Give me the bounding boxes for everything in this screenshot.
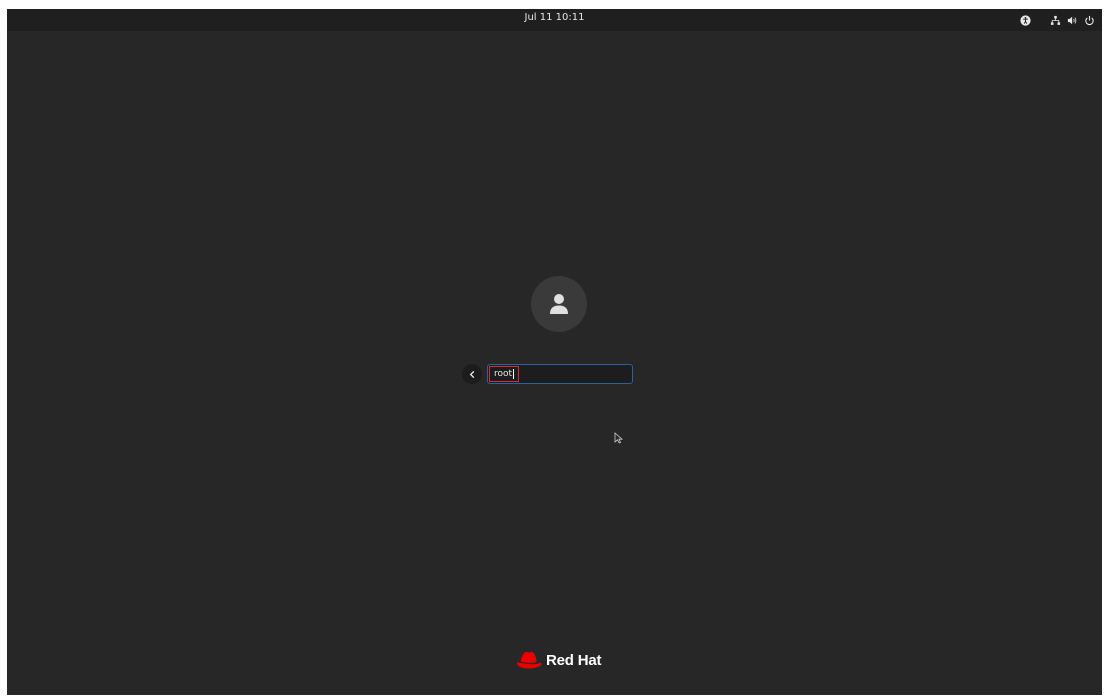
user-avatar [531,276,587,332]
typed-text-highlight: root [489,366,520,382]
clock[interactable]: Jul 11 10:11 [7,12,1102,23]
accessibility-icon[interactable] [1018,13,1032,27]
brand-name: Red Hat [546,651,602,669]
username-value: root [494,369,513,379]
user-icon [550,294,568,314]
back-button[interactable] [462,364,482,384]
text-caret [513,369,515,379]
volume-icon[interactable] [1065,13,1079,27]
power-icon[interactable] [1082,13,1096,27]
network-icon[interactable] [1048,13,1062,27]
red-hat-logo-icon [516,651,542,669]
chevron-left-icon [469,370,474,378]
login-row: root [462,362,633,386]
login-screen: Jul 11 10:11 root Red Hat [7,9,1102,695]
top-bar: Jul 11 10:11 [7,9,1102,31]
mouse-pointer-icon [614,432,624,444]
system-tray [1018,12,1096,28]
username-input[interactable]: root [487,364,633,384]
red-hat-brand: Red Hat [514,647,601,673]
